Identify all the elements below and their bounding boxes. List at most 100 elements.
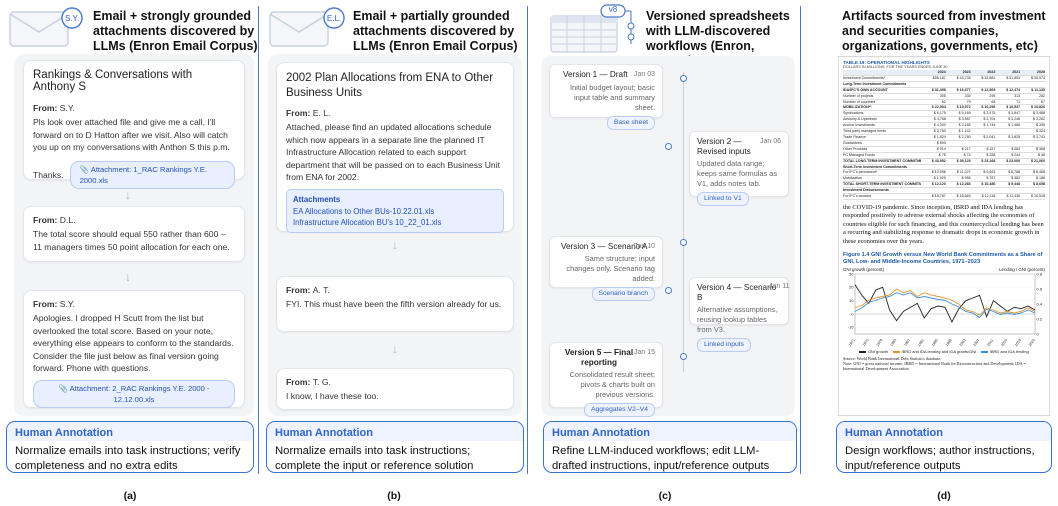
table-cell: $ 19,572 (956, 105, 971, 110)
table-cell: 71 (1016, 99, 1021, 104)
attachment-chip[interactable]: 📎 Attachment: 2_RAC Rankings Y.E. 2000 -… (33, 380, 235, 409)
table-subtitle: DOLLARS IN MILLIONS, FOR THE YEARS ENDED… (843, 65, 948, 69)
table-cell: $ 18,787 (931, 194, 946, 199)
table-cell: $ 23,168 (981, 158, 996, 163)
table-cell: 2023 (962, 70, 971, 74)
human-annotation-title: Human Annotation (837, 422, 1051, 441)
table-cell: $ 48 (1037, 152, 1045, 157)
table-cell: $ 10,096 (931, 170, 946, 175)
table-cell: 282 (1038, 93, 1045, 98)
human-annotation-title: Human Annotation (544, 422, 796, 441)
table-cell: $ 10,518 (1030, 194, 1045, 199)
table-cell (995, 165, 1020, 170)
table-cell: 67 (1040, 99, 1045, 104)
email-body: Attached, please find an updated allocat… (286, 122, 501, 183)
attachment-link[interactable]: Infrastructure Allocation BU's 10_22_01.… (293, 217, 497, 228)
table-cell: $ 35,574 (1030, 75, 1045, 80)
table-cell: Third party managed funds (843, 129, 886, 134)
x-tick-label: 2023 (1028, 338, 1036, 347)
version-description: Alternative assumptions, reusing lookup … (697, 305, 778, 334)
version-card-1[interactable]: Version 1 — Draft Jan 03 Initial budget … (549, 64, 663, 130)
document-paragraph: the COVID-19 pandemic. Since inception, … (843, 203, 1044, 245)
email-icon: E.L. (269, 7, 345, 47)
table-cell (946, 141, 971, 146)
y-tick-label: -10 (848, 325, 855, 330)
table-cell: $ 500 (936, 140, 946, 145)
table-cell (971, 188, 996, 193)
timeline-line (683, 72, 684, 372)
version-card-2[interactable]: Version 2 — Revised inputs Jan 06 Update… (689, 131, 789, 206)
table-cell: $ 12,474 (1006, 87, 1021, 92)
timeline-node (680, 353, 687, 360)
table-cell: $ 11,436 (1006, 194, 1021, 199)
attachment-chip[interactable]: 📎 Attachment: 1_RAC Rankings Y.E. 2000.x… (69, 161, 235, 190)
table-cell: $ 383 (1011, 176, 1021, 181)
table-cell: $ 78 (938, 152, 946, 157)
table-cell: $ 43,952 (931, 158, 946, 163)
version-card-3[interactable]: Version 3 — Scenario A Jan 10 Same struc… (549, 236, 663, 301)
table-cell: $ 3,262 (1032, 117, 1045, 122)
table-cell: $ 787 (986, 176, 996, 181)
table-cell: $ 2,780 (958, 134, 971, 139)
panel-a-title: Email + strongly grounded attachments di… (93, 9, 258, 53)
table-cell (1020, 82, 1045, 87)
table-cell: Short-Term Investment Commitments (843, 164, 908, 169)
table-cell: $ 3,185 (958, 123, 971, 128)
table-cell: $ 21,060 (1030, 158, 1045, 163)
table-cell (921, 188, 946, 193)
separator-cd (800, 6, 801, 474)
email-body: Pls look over attached file and give me … (33, 117, 230, 153)
table-cell: $ 16,677 (956, 87, 971, 92)
table-cell: $ 244 (1011, 152, 1021, 157)
down-arrow-icon: ↓ (125, 188, 131, 202)
version-date: Jan 03 (633, 71, 655, 78)
table-cell: $ 368 (1035, 146, 1045, 151)
version-description: Initial budget layout; basic input table… (569, 83, 655, 112)
attachment-link[interactable]: EA Allocations to Other BUs-10.22.01.xls (293, 206, 497, 217)
table-cell: $ 9,693 (983, 170, 996, 175)
version-tag[interactable]: Linked to V1 (697, 192, 749, 206)
table-cell: Mobilization (843, 176, 862, 181)
table-cell: 2021 (1012, 70, 1021, 74)
table-cell: Anchor Investments (843, 123, 875, 128)
version-date: Jan 06 (759, 138, 781, 145)
table-cell: 295 (989, 93, 996, 98)
table-cell: IDA/IFC'S OWN ACCOUNT (843, 87, 888, 92)
email-thanks: Thanks. (33, 170, 64, 181)
table-cell (971, 141, 996, 146)
x-tick-label: 2019 (1014, 338, 1022, 347)
version-tag[interactable]: Scenario branch (591, 287, 655, 301)
x-tick-label: 2003 (959, 338, 967, 347)
table-cell (921, 82, 946, 87)
x-tick-label: 1995 (931, 338, 939, 347)
x-tick-label: 2015 (1000, 338, 1008, 347)
panel-d-title: Artifacts sourced from investment and se… (842, 9, 1046, 53)
table-cell: $ 395 (1035, 123, 1045, 128)
table-cell: 335 (964, 93, 971, 98)
table-cell: Trade Finance (843, 134, 867, 139)
version-card-5[interactable]: Version 5 — Final reporting Jan 15 Conso… (549, 342, 663, 417)
figure-note: Note: GNI = gross national income; IBRD … (843, 360, 1026, 372)
timeline-node (665, 143, 672, 150)
table-cell: $ 1,824 (933, 134, 946, 139)
table-cell: TOTAL LONG-TERM INVESTMENT COMMITMENTS (843, 158, 921, 163)
table-cell: $ 11,135 (1031, 87, 1045, 92)
table-cell: $ 39,125 (956, 158, 971, 163)
legend-swatch (981, 351, 989, 353)
email-from: From: E. L. (286, 108, 331, 118)
document-page: TABLE 19: OPERATIONAL HIGHLIGHTS DOLLARS… (838, 56, 1050, 416)
version-tag[interactable]: Base sheet (606, 116, 655, 130)
version-tag[interactable]: Linked inputs (697, 338, 752, 352)
panel-b: E.L. Email + partially grounded attachme… (260, 0, 527, 506)
table-cell: $ 10,826 (1030, 105, 1045, 110)
table-cell: $ 1,825 (1008, 134, 1021, 139)
table-cell: Other Products (843, 146, 868, 151)
table-cell: $ 4,768 (933, 117, 946, 122)
table-cell: $ 32,881 (981, 75, 996, 80)
table-cell: $ 3,587 (958, 117, 971, 122)
version-tag[interactable]: Aggregates V2–V4 (583, 403, 655, 417)
x-tick-label: 1979 (876, 338, 884, 347)
email-subject: Rankings & Conversations with Anthony S (33, 69, 193, 94)
table-cell: $ 31,853 (1006, 75, 1021, 80)
financial-table: 2024 2023 2022 2021 2020 Investment Commitmen… (843, 70, 1045, 200)
